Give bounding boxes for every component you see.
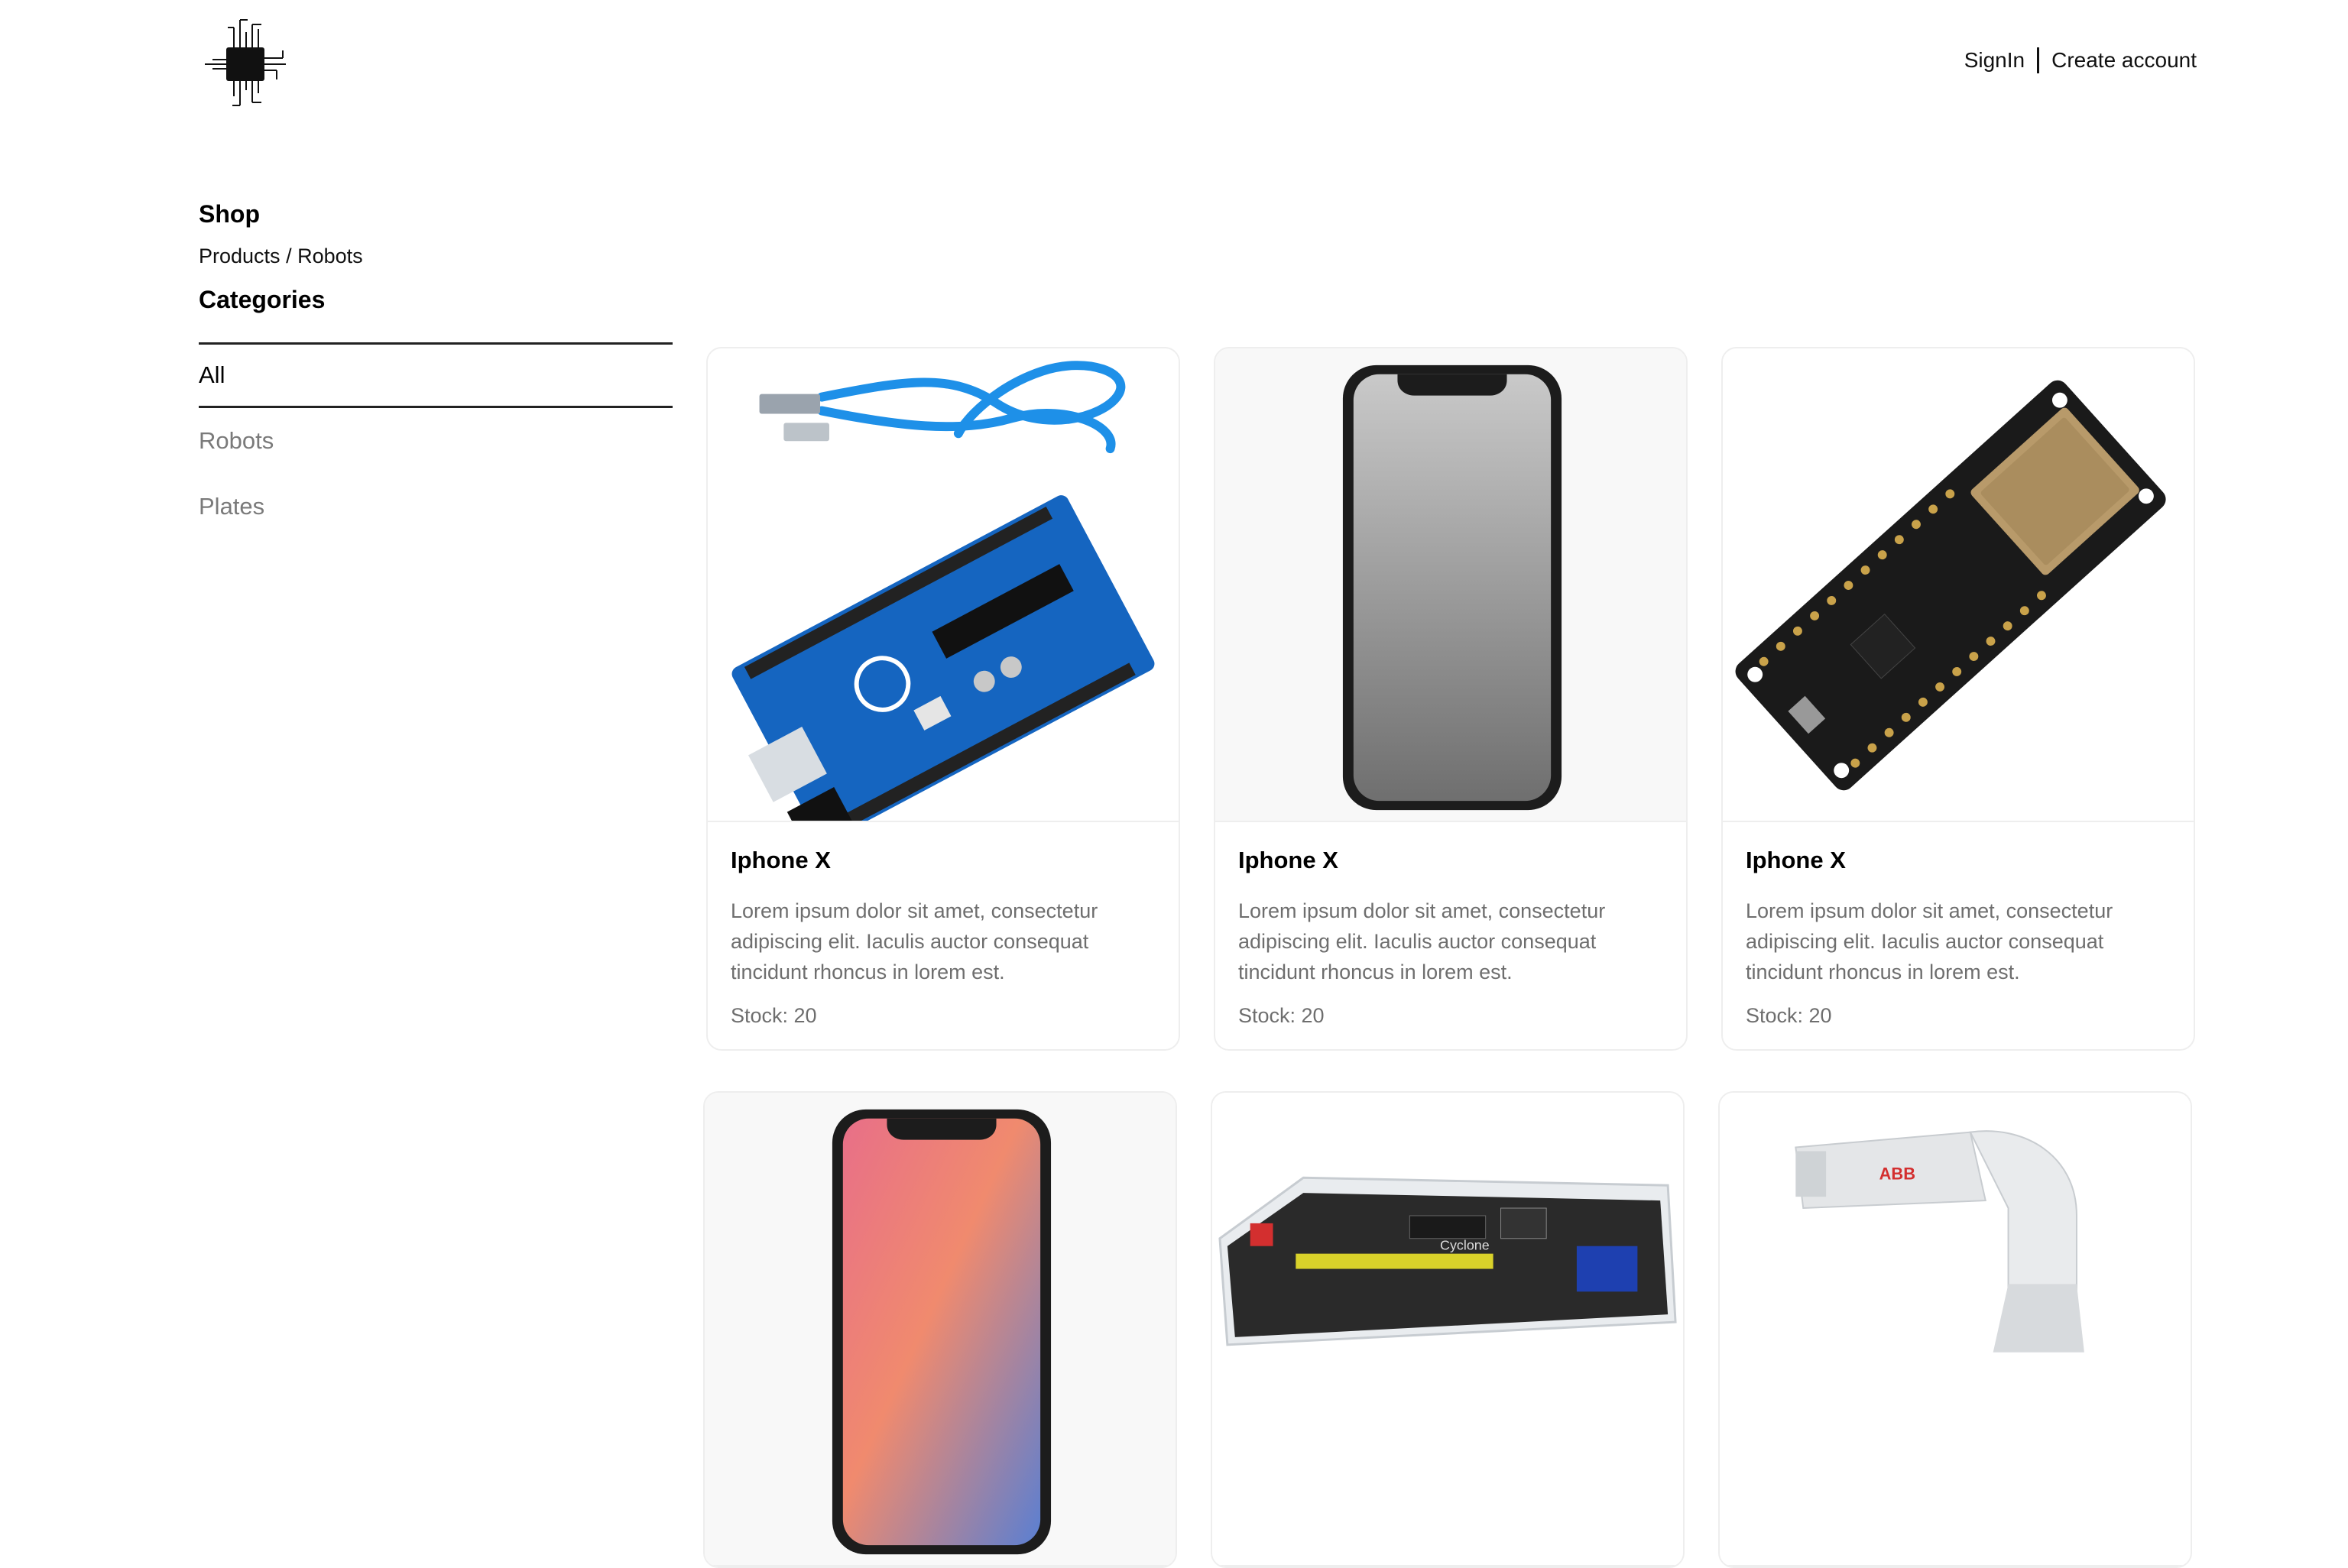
logo[interactable] xyxy=(197,14,294,110)
product-card[interactable]: Iphone X Lorem ipsum dolor sit amet, con… xyxy=(1721,347,2195,1051)
category-list: All Robots Plates xyxy=(199,342,673,539)
fpga-board-label: Cyclone xyxy=(1440,1238,1490,1253)
category-item-all[interactable]: All xyxy=(199,342,673,408)
create-account-link[interactable]: Create account xyxy=(2051,48,2197,73)
product-description: Lorem ipsum dolor sit amet, consectetur … xyxy=(731,899,1098,983)
categories-title: Categories xyxy=(199,286,326,313)
product-image-robot-arm: ABB xyxy=(1720,1093,2191,1566)
product-stock: Stock: 20 xyxy=(731,1004,817,1027)
breadcrumb-products[interactable]: Products xyxy=(199,245,281,267)
product-card[interactable] xyxy=(703,1091,1177,1568)
product-image-esp32 xyxy=(1723,348,2194,822)
product-stock: Stock: 20 xyxy=(1238,1004,1325,1027)
breadcrumb: Products / Robots xyxy=(199,245,363,268)
product-description: Lorem ipsum dolor sit amet, consectetur … xyxy=(1238,899,1606,983)
product-image-arduino xyxy=(708,348,1179,822)
product-card[interactable]: ABB xyxy=(1718,1091,2192,1568)
auth-links: SignIn Create account xyxy=(1964,47,2197,73)
breadcrumb-separator: / xyxy=(280,245,298,267)
product-title: Iphone X xyxy=(1238,847,1338,873)
product-stock: Stock: 20 xyxy=(1746,1004,1832,1027)
breadcrumb-current: Robots xyxy=(297,245,363,267)
product-card[interactable]: Cyclone xyxy=(1211,1091,1685,1568)
product-image-fpga: Cyclone xyxy=(1212,1093,1683,1566)
divider xyxy=(2037,47,2040,73)
product-title: Iphone X xyxy=(731,847,831,873)
page-title: Shop xyxy=(199,200,260,228)
product-image-phone-gradient xyxy=(705,1093,1176,1566)
product-title: Iphone X xyxy=(1746,847,1846,873)
product-card[interactable]: Iphone X Lorem ipsum dolor sit amet, con… xyxy=(706,347,1180,1051)
category-item-plates[interactable]: Plates xyxy=(199,474,673,539)
signin-link[interactable]: SignIn xyxy=(1964,48,2025,73)
category-item-robots[interactable]: Robots xyxy=(199,408,673,474)
product-image-phone xyxy=(1215,348,1686,822)
abb-logo-text: ABB xyxy=(1879,1164,1915,1183)
product-card[interactable]: Iphone X Lorem ipsum dolor sit amet, con… xyxy=(1214,347,1688,1051)
product-description: Lorem ipsum dolor sit amet, consectetur … xyxy=(1746,899,2113,983)
chip-icon xyxy=(205,19,286,106)
